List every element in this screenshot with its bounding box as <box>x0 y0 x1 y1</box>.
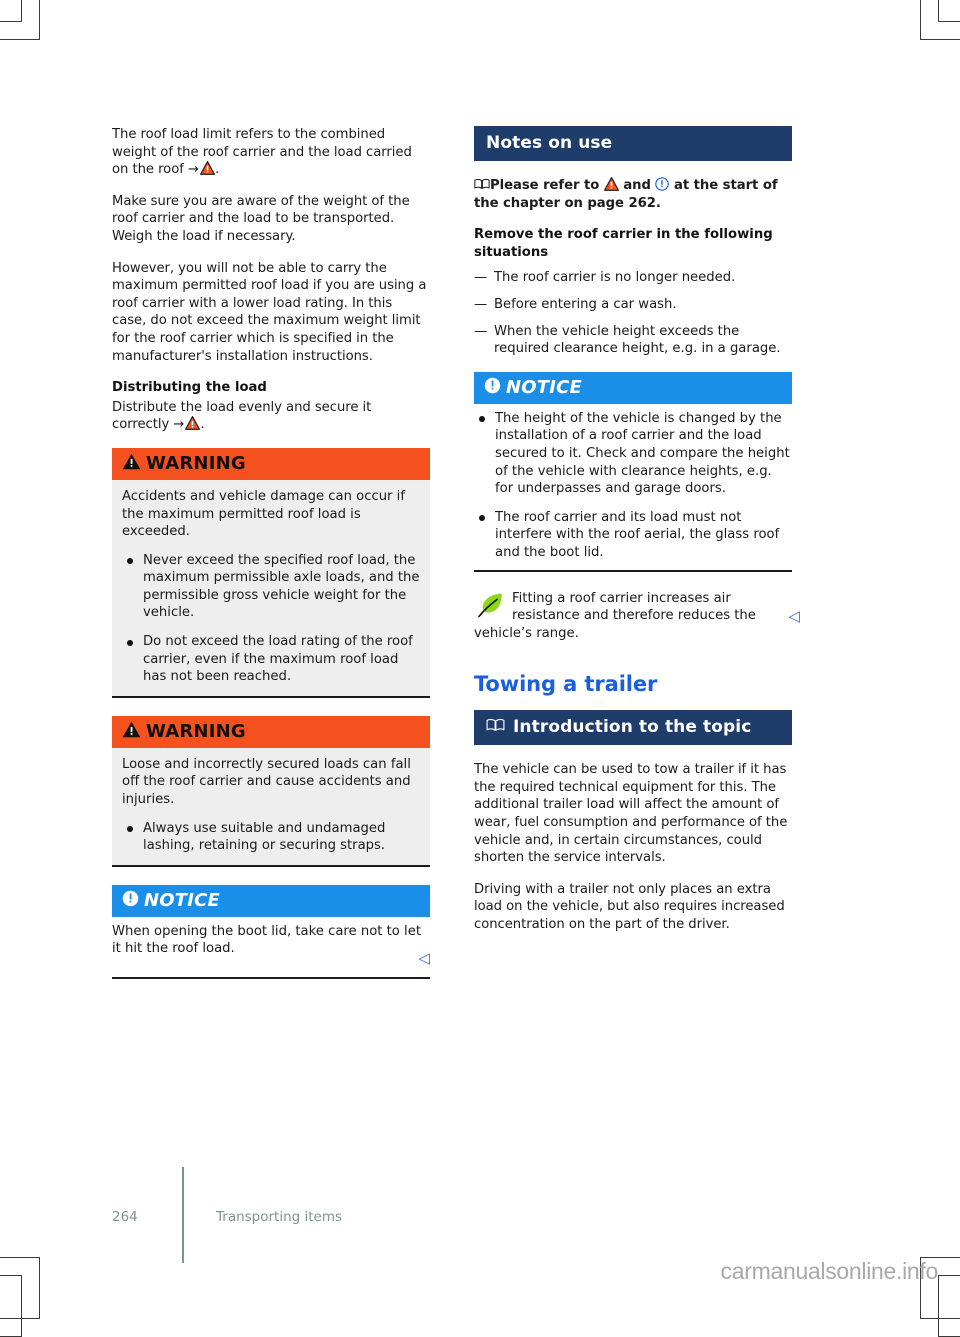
book-icon <box>486 717 505 737</box>
subheading-remove-roof-carrier: Remove the roof carrier in the following… <box>474 227 773 260</box>
warning-box-header: WARNING <box>112 447 430 480</box>
book-icon <box>474 178 490 190</box>
notice-box-body: When opening the boot lid, take care not… <box>112 916 430 977</box>
paragraph-trailer-intro-2: Driving with a trailer not only places a… <box>474 881 785 933</box>
list-item: Always use suitable and undamaged lashin… <box>122 820 420 855</box>
eco-tip-text: Fitting a roof carrier increases air res… <box>474 590 756 641</box>
warning-triangle-icon <box>200 161 216 176</box>
section-banner-introduction-to-the-topic: Introduction to the topic <box>474 710 792 746</box>
warning-triangle-icon <box>185 416 201 431</box>
notice-circle-icon <box>484 377 501 398</box>
warning-label: WARNING <box>146 720 246 742</box>
warning-intro-text: Accidents and vehicle damage can occur i… <box>122 488 405 540</box>
banner-label: Notes on use <box>486 133 613 153</box>
paragraph-please-refer-to: Please refer to and at the start of the … <box>474 177 792 212</box>
notice-label: NOTICE <box>144 889 221 911</box>
list-item: Before entering a car wash. <box>474 296 792 314</box>
cross-reference-arrow: → <box>173 417 185 433</box>
paragraph-distributing-the-load: Distribute the load evenly and secure it… <box>112 399 430 434</box>
paragraph-text: Distribute the load evenly and secure it… <box>112 399 372 433</box>
paragraph-roof-load-limit: The roof load limit refers to the combin… <box>112 126 430 179</box>
paragraph-text: The roof load limit refers to the combin… <box>112 127 412 178</box>
paragraph-text-end: . <box>200 417 205 433</box>
list-item: When the vehicle height exceeds the requ… <box>474 323 792 358</box>
refer-text-1: Please refer to <box>490 178 604 193</box>
warning-intro-text: Loose and incorrectly secured loads can … <box>122 756 411 808</box>
notice-bullet-list: The height of the vehicle is changed by … <box>474 410 792 562</box>
remove-carrier-situation-list: The roof carrier is no longer needed. Be… <box>474 269 792 357</box>
section-banner-notes-on-use: Notes on use <box>474 126 792 161</box>
warning-triangle-icon <box>122 721 141 742</box>
paragraph-trailer-intro-1: The vehicle can be used to tow a trailer… <box>474 762 788 866</box>
cross-reference-arrow: → <box>187 162 199 178</box>
warning-box-body: Accidents and vehicle damage can occur i… <box>112 479 430 696</box>
footer-divider <box>182 1167 184 1263</box>
right-column: Notes on use Please refer to and at the … <box>474 126 800 997</box>
refer-text-2: and <box>618 178 656 193</box>
notice-circle-icon <box>655 177 670 191</box>
notice-label: NOTICE <box>506 376 583 398</box>
left-column: The roof load limit refers to the combin… <box>112 126 430 997</box>
leaf-icon <box>476 591 506 619</box>
notice-text: When opening the boot lid, take care not… <box>112 923 422 957</box>
warning-box-roof-load: WARNING Accidents and vehicle damage can… <box>112 447 430 698</box>
paragraph-text-end: . <box>215 162 220 178</box>
paragraph-weigh-load: Make sure you are aware of the weight of… <box>112 193 410 244</box>
warning-box-securing-loads: WARNING Loose and incorrectly secured lo… <box>112 715 430 867</box>
notice-circle-icon <box>122 890 139 911</box>
warning-box-header: WARNING <box>112 715 430 748</box>
section-end-marker: ◁ <box>788 606 800 625</box>
footer-chapter-name: Transporting items <box>216 1209 343 1225</box>
warning-label: WARNING <box>146 452 246 474</box>
warning-box-body: Loose and incorrectly secured loads can … <box>112 747 430 865</box>
notice-box-vehicle-height: NOTICE The height of the vehicle is chan… <box>474 371 792 572</box>
list-item: The roof carrier and its load must not i… <box>474 509 792 562</box>
subheading-distributing-the-load: Distributing the load <box>112 380 267 396</box>
notice-box-body: The height of the vehicle is changed by … <box>474 403 792 570</box>
warning-triangle-icon <box>122 453 141 474</box>
warning-bullet-list: Never exceed the specified roof load, th… <box>122 552 420 686</box>
paragraph-lower-load-rating: However, you will not be able to carry t… <box>112 260 427 364</box>
banner-label: Introduction to the topic <box>513 717 752 738</box>
warning-bullet-list: Always use suitable and undamaged lashin… <box>122 820 420 855</box>
notice-box-header: NOTICE <box>474 371 792 404</box>
page-footer: 264 Transporting items <box>112 1167 343 1263</box>
two-column-layout: The roof load limit refers to the combin… <box>112 126 800 997</box>
warning-triangle-icon <box>603 177 619 191</box>
site-watermark: carmanualsonline.info <box>720 1258 939 1284</box>
manual-page: The roof load limit refers to the combin… <box>0 0 960 1297</box>
list-item: The roof carrier is no longer needed. <box>474 269 792 287</box>
notice-box-header: NOTICE <box>112 884 430 917</box>
page-number: 264 <box>112 1209 138 1225</box>
page-title-towing-a-trailer: Towing a trailer <box>474 672 658 697</box>
list-item: Never exceed the specified roof load, th… <box>122 552 420 622</box>
eco-tip-note: Fitting a roof carrier increases air res… <box>474 590 800 643</box>
list-item: Do not exceed the load rating of the roo… <box>122 633 420 686</box>
section-end-marker: ◁ <box>418 949 430 967</box>
notice-box-boot-lid: NOTICE When opening the boot lid, take c… <box>112 884 430 979</box>
list-item: The height of the vehicle is changed by … <box>474 410 792 498</box>
